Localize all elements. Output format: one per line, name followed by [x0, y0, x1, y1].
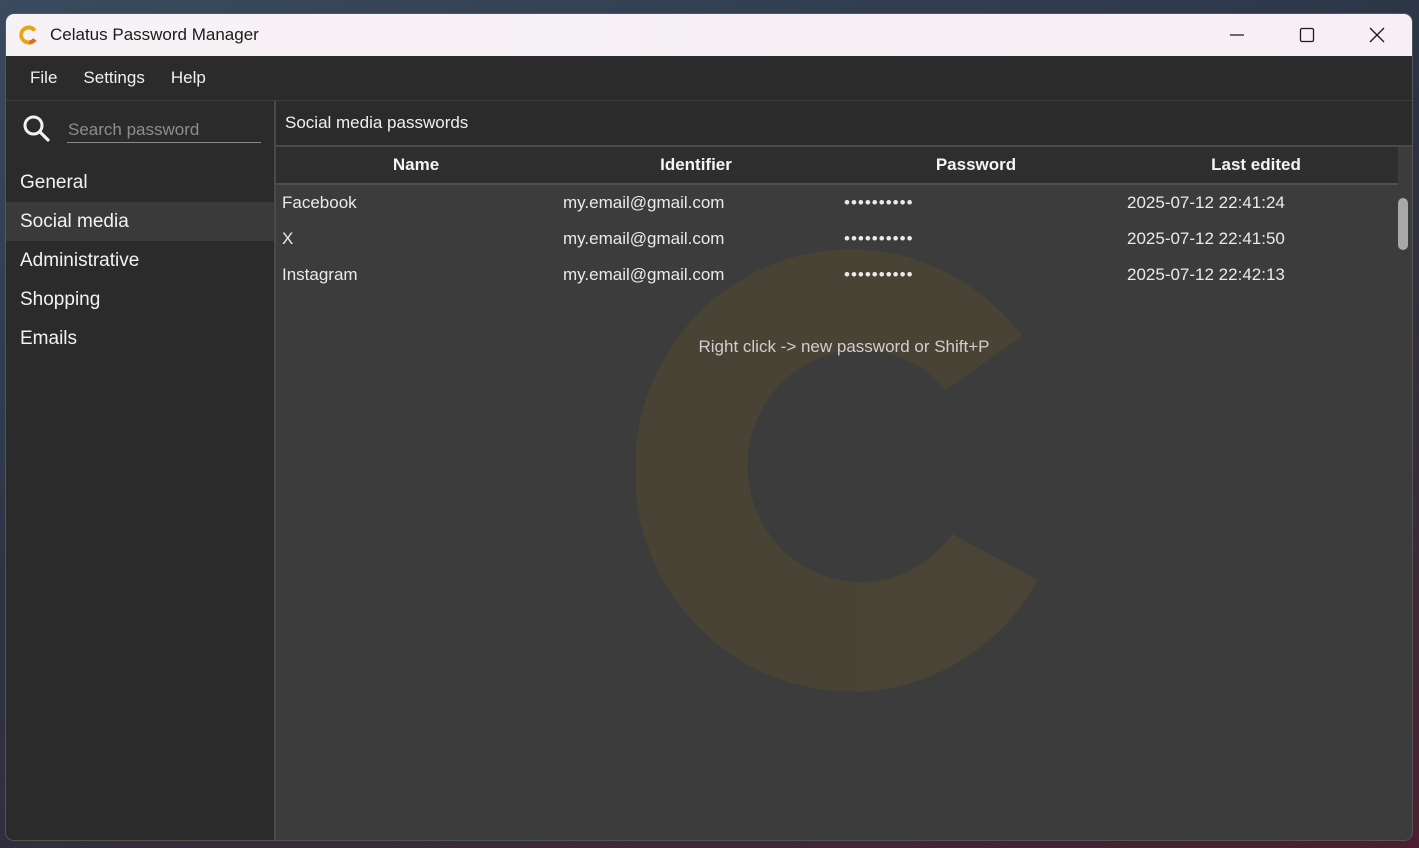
app-window: Celatus Password Manager File Settings H… — [6, 14, 1412, 840]
table-row[interactable]: X my.email@gmail.com •••••••••• 2025-07-… — [276, 221, 1412, 257]
close-button[interactable] — [1342, 14, 1412, 56]
vertical-scrollbar[interactable] — [1398, 198, 1408, 250]
cell-last-edited: 2025-07-12 22:41:24 — [1127, 193, 1285, 212]
cell-identifier: my.email@gmail.com — [563, 265, 725, 284]
cell-identifier: my.email@gmail.com — [563, 193, 725, 212]
table-row[interactable]: Instagram my.email@gmail.com •••••••••• … — [276, 257, 1412, 293]
celatus-c-logo-icon — [19, 25, 37, 45]
minimize-button[interactable] — [1202, 14, 1272, 56]
content-area: General Social media Administrative Shop… — [6, 101, 1412, 840]
cell-name: Facebook — [282, 193, 357, 212]
search-input[interactable] — [67, 117, 261, 143]
maximize-button[interactable] — [1272, 14, 1342, 56]
minimize-icon — [1230, 34, 1244, 36]
cell-password: •••••••••• — [844, 193, 914, 212]
cell-last-edited: 2025-07-12 22:41:50 — [1127, 229, 1285, 248]
search-row — [6, 101, 274, 155]
password-panel[interactable]: Social media passwords Name Identifier P… — [276, 101, 1412, 840]
search-icon[interactable] — [22, 114, 50, 142]
cell-name: X — [282, 229, 294, 248]
sidebar: General Social media Administrative Shop… — [6, 101, 276, 840]
panel-title: Social media passwords — [276, 101, 1412, 147]
menu-bar: File Settings Help — [6, 56, 1412, 101]
cell-last-edited: 2025-07-12 22:42:13 — [1127, 265, 1285, 284]
cell-name: Instagram — [282, 265, 358, 284]
column-header-password[interactable]: Password — [836, 147, 1116, 183]
category-administrative[interactable]: Administrative — [6, 241, 274, 280]
menu-settings[interactable]: Settings — [70, 56, 157, 100]
close-icon — [1369, 27, 1385, 43]
menu-file[interactable]: File — [17, 56, 70, 100]
window-controls — [1202, 14, 1412, 56]
empty-hint-text: Right click -> new password or Shift+P — [698, 337, 990, 356]
column-header-name[interactable]: Name — [276, 147, 556, 183]
table-header: Name Identifier Password Last edited — [276, 147, 1398, 185]
menu-help[interactable]: Help — [158, 56, 219, 100]
category-social-media[interactable]: Social media — [6, 202, 274, 241]
category-general[interactable]: General — [6, 163, 274, 202]
cell-identifier: my.email@gmail.com — [563, 229, 725, 248]
maximize-icon — [1299, 27, 1315, 43]
cell-password: •••••••••• — [844, 229, 914, 248]
password-table: Facebook my.email@gmail.com •••••••••• 2… — [276, 185, 1412, 293]
category-shopping[interactable]: Shopping — [6, 280, 274, 319]
column-header-last-edited[interactable]: Last edited — [1116, 147, 1396, 183]
category-emails[interactable]: Emails — [6, 319, 274, 358]
column-header-identifier[interactable]: Identifier — [556, 147, 836, 183]
title-bar[interactable]: Celatus Password Manager — [6, 14, 1412, 56]
celatus-c-watermark-icon — [636, 249, 1038, 692]
category-list: General Social media Administrative Shop… — [6, 163, 274, 358]
cell-password: •••••••••• — [844, 265, 914, 284]
window-title: Celatus Password Manager — [50, 25, 259, 44]
table-row[interactable]: Facebook my.email@gmail.com •••••••••• 2… — [276, 185, 1412, 221]
